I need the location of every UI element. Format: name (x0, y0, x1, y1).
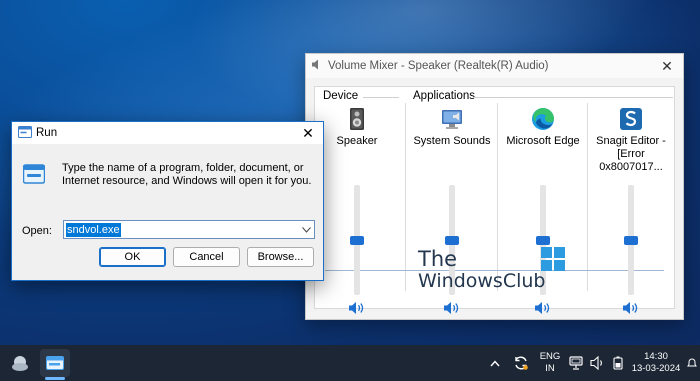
cancel-button[interactable]: Cancel (173, 247, 240, 267)
notification-icon (687, 358, 697, 367)
open-label: Open: (22, 225, 52, 237)
browse-button[interactable]: Browse... (247, 247, 314, 267)
speaker-device-icon (345, 107, 369, 131)
edge-volume-slider[interactable] (536, 185, 550, 295)
volume-mixer-window: Volume Mixer - Speaker (Realtek(R) Audio… (305, 53, 684, 320)
run-app-icon (18, 125, 32, 141)
weather-icon (12, 356, 28, 371)
device-group-line (363, 97, 399, 98)
slider-thumb[interactable] (624, 235, 638, 245)
quick-settings-button[interactable] (568, 349, 624, 377)
channel-separator (587, 103, 588, 291)
run-titlebar[interactable]: Run ✕ (12, 122, 323, 144)
ethernet-icon (569, 356, 583, 370)
channel-speaker: Speaker (315, 105, 399, 314)
channel-label: System Sounds (413, 135, 491, 147)
run-description: Type the name of a program, folder, docu… (62, 162, 312, 187)
applications-group-line (473, 97, 673, 98)
clock-date: 13-03-2024 (631, 363, 681, 374)
open-combobox[interactable]: sndvol.exe (63, 220, 315, 239)
channel-separator (497, 103, 498, 291)
speaker-volume-slider[interactable] (350, 185, 364, 295)
speaker-mute-button[interactable] (348, 301, 366, 315)
run-app-icon (46, 356, 64, 370)
device-section-label: Device (321, 90, 361, 102)
edge-mute-button[interactable] (534, 301, 552, 315)
snagit-volume-slider[interactable] (624, 185, 638, 295)
system-sounds-volume-slider[interactable] (445, 185, 459, 295)
taskbar: ENG IN 14:30 13-03-2024 (0, 345, 700, 381)
weather-widget-button[interactable] (6, 349, 34, 377)
mixer-close-button[interactable]: ✕ (651, 58, 683, 75)
mixer-title: Volume Mixer - Speaker (Realtek(R) Audio… (328, 60, 549, 72)
run-body: Type the name of a program, folder, docu… (12, 144, 323, 240)
channel-label: Speaker (336, 135, 378, 147)
run-taskbar-button[interactable] (40, 349, 70, 377)
sync-icon (515, 356, 528, 370)
clock-button[interactable]: 14:30 13-03-2024 (626, 349, 686, 377)
ok-button[interactable]: OK (99, 247, 166, 267)
edge-icon (531, 107, 555, 131)
slider-thumb[interactable] (350, 235, 364, 245)
applications-section-label: Applications (411, 90, 478, 102)
channel-microsoft-edge: Microsoft Edge (501, 105, 585, 314)
channel-snagit: Snagit Editor - [Error 0x8007017... (589, 105, 673, 314)
watermark-logo-icon (541, 247, 565, 274)
channel-label: Microsoft Edge (506, 135, 580, 147)
slider-thumb[interactable] (445, 235, 459, 245)
channel-separator (405, 103, 406, 291)
language-indicator[interactable]: ENG IN (536, 349, 564, 377)
sync-status-button[interactable] (510, 349, 532, 377)
active-app-indicator (45, 377, 65, 380)
mixer-titlebar[interactable]: Volume Mixer - Speaker (Realtek(R) Audio… (306, 54, 683, 78)
snagit-icon (619, 107, 643, 131)
slider-thumb[interactable] (536, 235, 550, 245)
volume-icon (590, 356, 602, 370)
system-sounds-mute-button[interactable] (443, 301, 461, 315)
language-line2: IN (545, 363, 555, 374)
open-input-value[interactable]: sndvol.exe (66, 222, 121, 237)
language-line1: ENG (539, 351, 561, 362)
chevron-down-icon[interactable] (298, 225, 314, 235)
run-title: Run (36, 127, 58, 139)
run-close-button[interactable]: ✕ (293, 122, 323, 144)
channel-label: Snagit Editor - [Error 0x8007017... (596, 135, 666, 173)
mixer-panel: Device Applications Speaker System Sound… (314, 86, 675, 314)
chevron-up-icon (490, 359, 500, 366)
notifications-button[interactable] (686, 349, 698, 377)
system-sounds-icon (440, 107, 464, 131)
snagit-mute-button[interactable] (622, 301, 640, 315)
run-footer: OK Cancel Browse... (12, 240, 323, 280)
speaker-small-icon (312, 59, 322, 73)
show-hidden-icons-button[interactable] (486, 349, 504, 377)
run-dialog: Run ✕ Type the name of a program, folder… (11, 121, 324, 281)
run-program-icon (22, 164, 46, 187)
clock-time: 14:30 (644, 351, 668, 362)
battery-icon (613, 356, 623, 370)
channel-system-sounds: System Sounds (410, 105, 494, 314)
